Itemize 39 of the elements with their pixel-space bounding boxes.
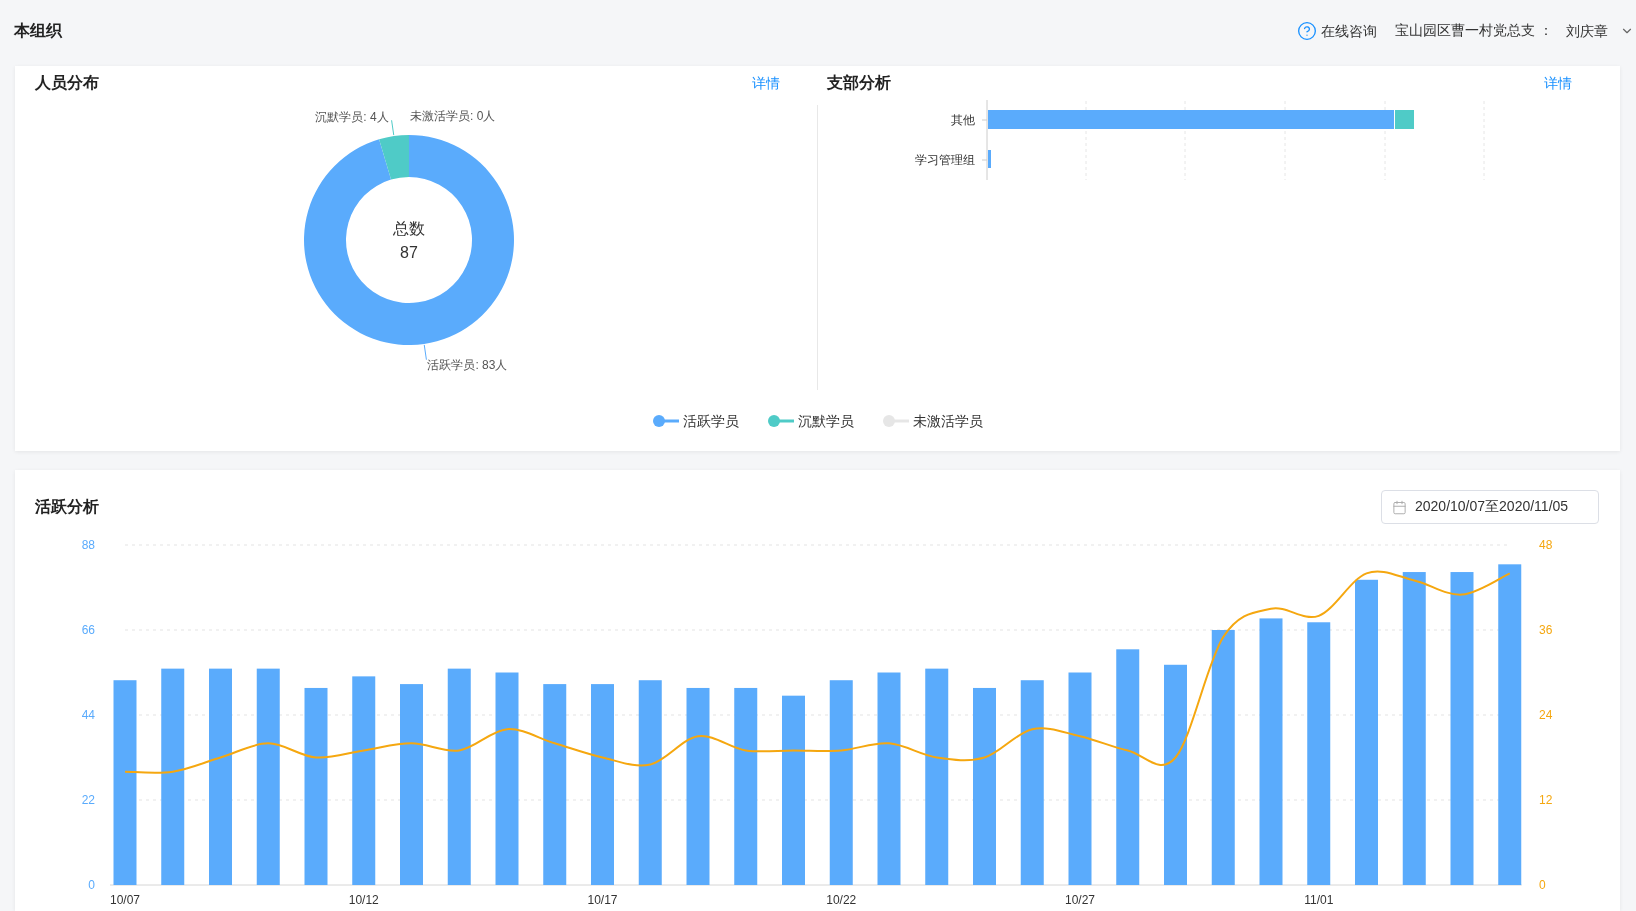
axis-label: 12 xyxy=(1539,793,1553,807)
leader-line xyxy=(391,119,395,136)
bar-segment xyxy=(988,150,991,168)
legend-item[interactable]: 沉默学员 xyxy=(767,411,854,431)
axis-label: 22 xyxy=(81,793,95,807)
slice-label: 活跃学员: 83人 xyxy=(427,357,508,372)
category-label: 学习管理组 xyxy=(915,153,975,167)
axis-label: 48 xyxy=(1539,538,1553,552)
slice-label: 沉默学员: 4人 xyxy=(315,110,389,125)
legend-item[interactable]: 未激活学员 xyxy=(882,411,983,431)
axis-label: 88 xyxy=(81,538,95,552)
axis-label: 10/17 xyxy=(587,893,618,907)
axis-label: 10/27 xyxy=(1065,893,1095,907)
axis-label: 0 xyxy=(1539,878,1546,892)
slice-label: 未激活学员: 0人 xyxy=(410,109,496,123)
axis-label: 10/07 xyxy=(110,893,140,907)
leader-line xyxy=(423,344,427,361)
user-menu-button[interactable]: 刘庆章 xyxy=(1566,21,1634,41)
panel-title: 活跃分析 xyxy=(35,497,99,517)
total-value: 87 xyxy=(400,244,418,261)
page-title: 本组织 xyxy=(14,21,62,41)
axis-label: 11/01 xyxy=(1304,893,1334,907)
online-consult-button[interactable]: 在线咨询 xyxy=(1297,21,1378,41)
org-name: 宝山园区曹一村党总支 ： xyxy=(1395,22,1553,40)
axis-label: 10/12 xyxy=(348,893,379,907)
axis-label: 0 xyxy=(88,878,95,892)
axis-label: 10/22 xyxy=(826,893,857,907)
date-range-field[interactable]: 2020/10/07至2020/11/05 xyxy=(1381,490,1599,524)
help-icon xyxy=(1297,21,1318,41)
axis-label: 66 xyxy=(81,623,95,637)
axis-label: 24 xyxy=(1539,708,1553,722)
panel-title: 支部分析 xyxy=(827,73,891,93)
total-label: 总数 xyxy=(393,220,425,237)
legend-item[interactable]: 活跃学员 xyxy=(652,411,739,431)
calendar-icon xyxy=(1392,499,1407,515)
category-label: 其他 xyxy=(951,113,975,127)
axis-label: 44 xyxy=(81,708,95,722)
axis-label: 36 xyxy=(1539,623,1553,637)
panel-title: 人员分布 xyxy=(35,73,99,93)
